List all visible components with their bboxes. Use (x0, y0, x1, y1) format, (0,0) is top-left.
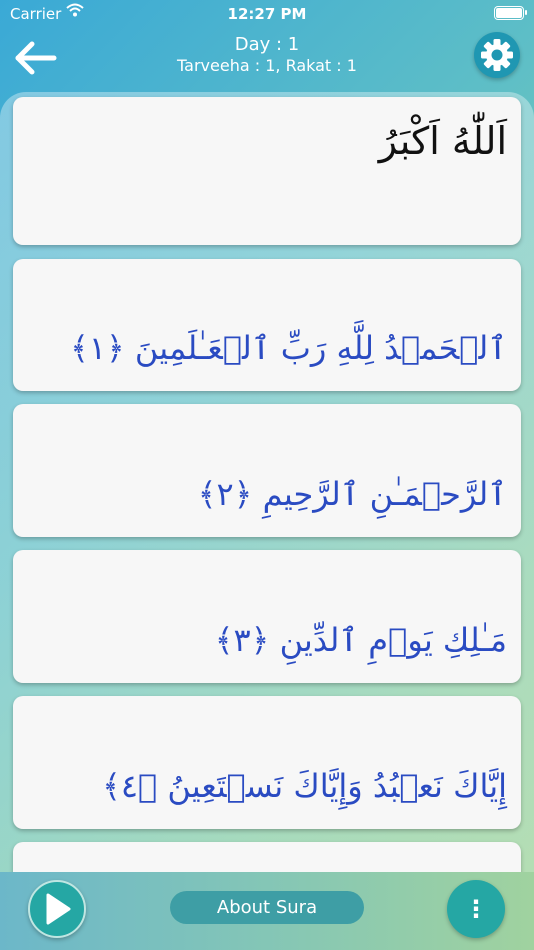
verse-card-1[interactable]: ٱلۡحَمۡدُ لِلَّهِ رَبِّ ٱلۡعَـٰلَمِينَ ﴿… (13, 259, 521, 391)
settings-button[interactable] (474, 32, 520, 78)
verse-list[interactable]: اَللّٰهُ اَكْبَرُ ٱلۡحَمۡدُ لِلَّهِ رَبِ… (0, 92, 534, 872)
verse-text-1: ٱلۡحَمۡدُ لِلَّهِ رَبِّ ٱلۡعَـٰلَمِينَ ﴿… (70, 329, 507, 367)
verse-text-2: ٱلرَّحۡمَـٰنِ ٱلرَّحِيمِ ﴿٢﴾ (197, 475, 507, 513)
takbir-text: اَللّٰهُ اَكْبَرُ (378, 119, 507, 163)
verse-text-4: إِيَّاكَ نَعۡبُدُ وَإِيَّاكَ نَسۡتَعِينُ… (102, 767, 507, 805)
about-sura-button[interactable]: About Sura (170, 891, 364, 924)
status-bar: Carrier 12:27 PM (0, 0, 534, 28)
play-icon (46, 893, 71, 925)
battery-icon (494, 6, 527, 20)
header-title: Day : 1 Tarveeha : 1, Rakat : 1 (0, 34, 534, 76)
verse-card-4[interactable]: إِيَّاكَ نَعۡبُدُ وَإِيَّاكَ نَسۡتَعِينُ… (13, 696, 521, 829)
verse-card-5[interactable] (13, 842, 521, 872)
play-button[interactable] (28, 880, 86, 938)
verse-text-3: مَـٰلِكِ يَوۡمِ ٱلدِّينِ ﴿٣﴾ (214, 621, 507, 659)
bottom-bar: About Sura ⋮ (0, 872, 534, 950)
more-options-button[interactable]: ⋮ (447, 880, 505, 938)
gear-icon (481, 39, 513, 71)
verse-card-3[interactable]: مَـٰلِكِ يَوۡمِ ٱلدِّينِ ﴿٣﴾ (13, 550, 521, 683)
tarveeha-rakat-label: Tarveeha : 1, Rakat : 1 (177, 56, 357, 75)
takbir-card[interactable]: اَللّٰهُ اَكْبَرُ (13, 97, 521, 245)
verse-card-2[interactable]: ٱلرَّحۡمَـٰنِ ٱلرَّحِيمِ ﴿٢﴾ (13, 404, 521, 537)
header: Day : 1 Tarveeha : 1, Rakat : 1 (0, 28, 534, 98)
status-time: 12:27 PM (227, 5, 307, 23)
day-label: Day : 1 (234, 34, 300, 55)
